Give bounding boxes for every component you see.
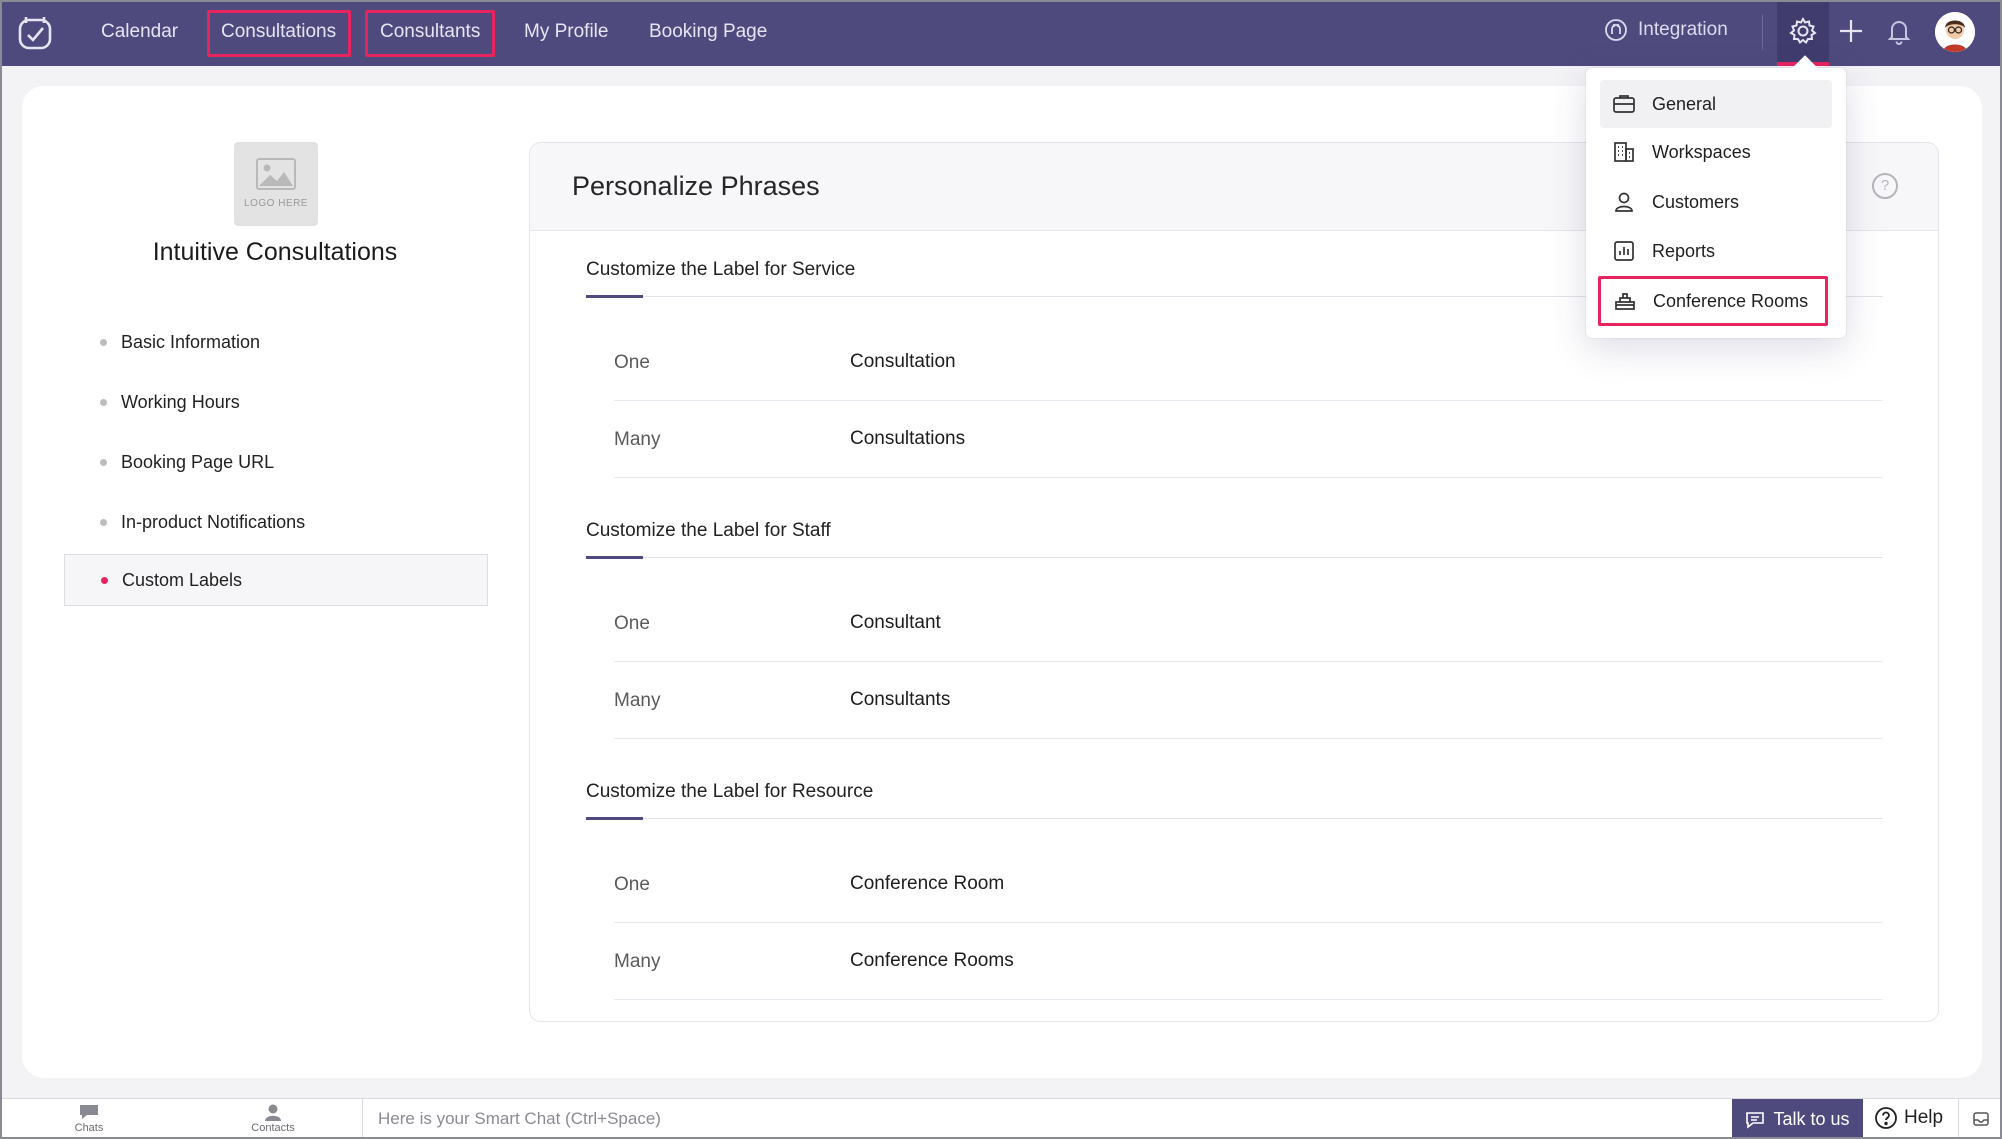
sidebar-item-booking-page-url[interactable]: Booking Page URL — [64, 436, 488, 488]
bullet-dot — [100, 458, 107, 466]
row-divider — [614, 738, 1883, 739]
sidebar-item-in-product-notifications[interactable]: In-product Notifications — [64, 496, 488, 548]
menu-item-customers[interactable]: Customers — [1600, 178, 1832, 226]
talk-to-us-label: Talk to us — [1773, 1109, 1850, 1129]
section-title-service: Customize the Label for Service — [586, 259, 856, 280]
row-divider — [614, 661, 1883, 662]
bullet-dot — [100, 398, 107, 406]
active-bullet-dot — [101, 576, 108, 584]
staff-many-value[interactable]: Consultants — [850, 689, 950, 711]
menu-item-workspaces[interactable]: Workspaces — [1600, 128, 1832, 176]
menu-item-label: Customers — [1652, 191, 1740, 212]
user-icon — [1615, 192, 1633, 212]
sidebar-item-label: In-product Notifications — [121, 511, 306, 532]
section-title-resource: Customize the Label for Resource — [586, 781, 874, 802]
row-divider — [614, 922, 1883, 923]
bullet-dot — [100, 518, 107, 526]
menu-item-conference-rooms[interactable]: Conference Rooms — [1598, 276, 1828, 326]
message-icon — [1746, 1111, 1765, 1129]
sidebar-item-basic-information[interactable]: Basic Information — [64, 316, 488, 368]
row-label-many: Many — [614, 429, 661, 450]
gear-icon — [1789, 16, 1817, 45]
nav-booking-page[interactable]: Booking Page — [649, 20, 767, 44]
user-avatar-icon — [1935, 12, 1975, 52]
sidebar-item-custom-labels[interactable]: Custom Labels — [64, 554, 488, 606]
top-navigation-bar: Calendar Consultations Consultants My Pr… — [0, 0, 2002, 66]
section-accent — [586, 295, 643, 298]
logo-placeholder-text: LOGO HERE — [244, 198, 308, 209]
sidebar-item-working-hours[interactable]: Working Hours — [64, 376, 488, 428]
bar-chart-icon — [1614, 241, 1634, 261]
menu-item-label: Workspaces — [1652, 141, 1751, 162]
chats-tab[interactable]: Chats — [44, 1103, 134, 1134]
section-divider — [586, 557, 1883, 558]
notifications-corner[interactable] — [1958, 1099, 2002, 1139]
image-icon — [256, 158, 296, 190]
contacts-tab[interactable]: Contacts — [228, 1103, 318, 1134]
contacts-icon — [265, 1104, 281, 1121]
talk-to-us-button[interactable]: Talk to us — [1732, 1099, 1863, 1139]
nav-consultants[interactable]: Consultants — [380, 20, 480, 44]
chats-label: Chats — [74, 1122, 104, 1134]
row-divider — [614, 999, 1883, 1000]
smart-chat-input[interactable]: Here is your Smart Chat (Ctrl+Space) — [378, 1109, 661, 1129]
row-label-many: Many — [614, 690, 661, 711]
divider — [362, 1099, 363, 1139]
sidebar-item-label: Basic Information — [121, 331, 261, 352]
row-label-one: One — [614, 613, 650, 634]
page-title: Personalize Phrases — [572, 171, 820, 201]
menu-item-reports[interactable]: Reports — [1600, 227, 1832, 275]
row-divider — [614, 477, 1883, 478]
tray-icon — [1973, 1112, 1989, 1126]
conference-room-icon — [1615, 293, 1635, 310]
menu-item-label: General — [1652, 93, 1717, 114]
row-label-many: Many — [614, 951, 661, 972]
avatar[interactable] — [1935, 12, 1975, 52]
bottom-bar: Chats Contacts Here is your Smart Chat (… — [0, 1098, 2002, 1139]
bullet-dot — [100, 338, 107, 346]
section-divider — [586, 818, 1883, 819]
nav-consultations[interactable]: Consultations — [221, 20, 336, 44]
section-accent — [586, 817, 643, 820]
settings-dropdown-menu: General Workspaces Customers Reports Con… — [1586, 68, 1846, 338]
logo-placeholder[interactable]: LOGO HERE — [234, 142, 318, 226]
divider — [1762, 14, 1763, 50]
service-many-value[interactable]: Consultations — [850, 428, 965, 450]
integration-icon — [1605, 19, 1627, 41]
menu-item-label: Conference Rooms — [1653, 290, 1809, 311]
help-button[interactable]: Help — [1874, 1106, 1943, 1130]
service-one-value[interactable]: Consultation — [850, 351, 956, 373]
row-label-one: One — [614, 874, 650, 895]
menu-item-general[interactable]: General — [1600, 80, 1832, 128]
row-label-one: One — [614, 352, 650, 373]
contacts-label: Contacts — [251, 1122, 295, 1134]
section-title-staff: Customize the Label for Staff — [586, 520, 831, 541]
org-name: Intuitive Consultations — [152, 238, 398, 266]
row-divider — [614, 400, 1883, 401]
nav-my-profile[interactable]: My Profile — [524, 20, 608, 44]
sidebar-item-label: Working Hours — [121, 391, 240, 412]
chat-bubble-icon — [80, 1105, 98, 1119]
menu-item-label: Reports — [1652, 240, 1716, 261]
nav-calendar[interactable]: Calendar — [101, 20, 178, 44]
briefcase-icon — [1613, 95, 1635, 113]
help-circle-icon — [1875, 1107, 1897, 1129]
help-label: Help — [1904, 1107, 1944, 1128]
integration-button[interactable]: Integration — [1604, 18, 1728, 42]
staff-one-value[interactable]: Consultant — [850, 612, 941, 634]
add-icon[interactable] — [1836, 16, 1866, 46]
integration-label: Integration — [1638, 19, 1728, 40]
sidebar-item-label: Custom Labels — [122, 569, 243, 590]
building-icon — [1614, 142, 1634, 162]
sidebar-item-label: Booking Page URL — [121, 451, 275, 472]
help-icon[interactable]: ? — [1872, 173, 1898, 199]
bell-icon[interactable] — [1884, 16, 1914, 46]
app-logo-icon[interactable] — [16, 14, 54, 52]
resource-many-value[interactable]: Conference Rooms — [850, 950, 1014, 972]
section-accent — [586, 556, 643, 559]
resource-one-value[interactable]: Conference Room — [850, 873, 1004, 895]
